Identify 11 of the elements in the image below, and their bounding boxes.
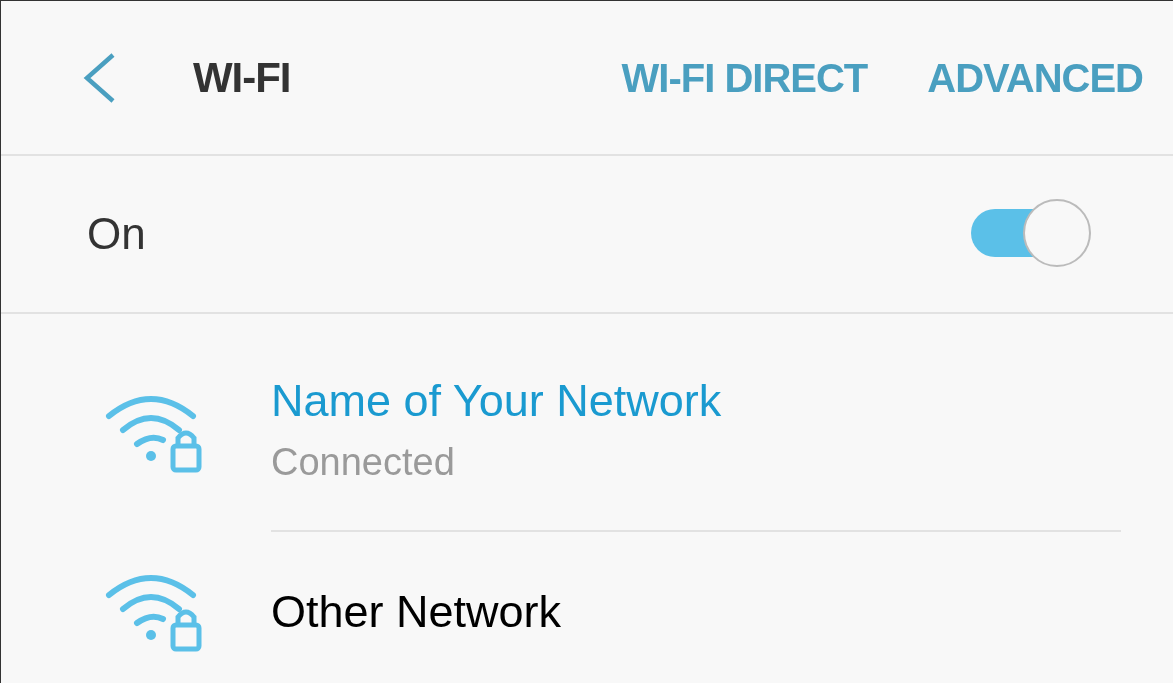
- network-item[interactable]: Other Network: [1, 532, 1173, 682]
- network-status: Connected: [271, 439, 456, 485]
- network-name: Other Network: [271, 584, 563, 639]
- network-item[interactable]: Name of Your Network Connected: [1, 314, 1173, 532]
- header-action[interactable]: WI-FI DIRECT: [621, 47, 868, 108]
- header-action[interactable]: ADVANCED: [927, 47, 1143, 108]
- network-name: Name of Your Network: [271, 374, 723, 429]
- toggle-label: On: [87, 208, 146, 260]
- wifi-switch[interactable]: [971, 199, 1093, 269]
- page-title: WI-FI: [193, 53, 291, 103]
- back-icon: [81, 51, 117, 104]
